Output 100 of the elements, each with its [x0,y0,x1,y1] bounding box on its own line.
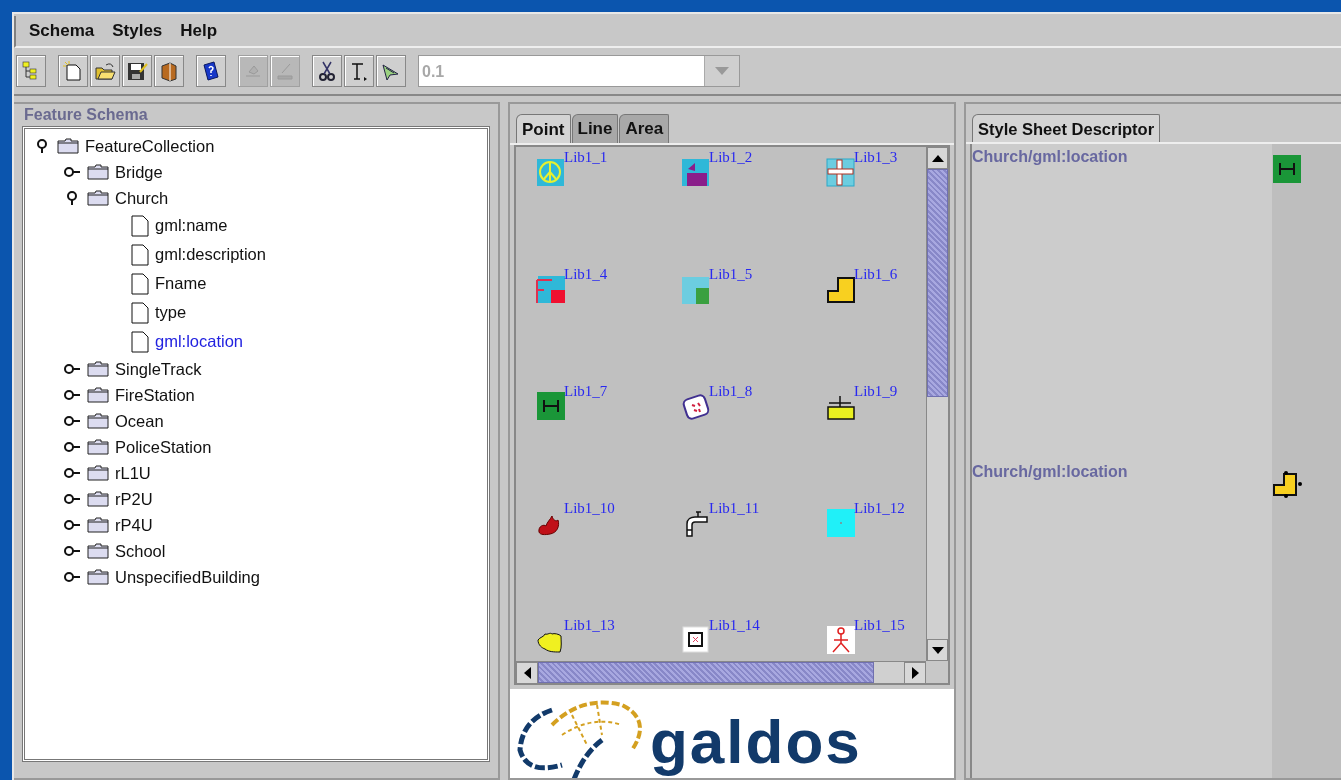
symbol-label: Lib1_2 [709,149,753,166]
symbol-label: Lib1_10 [564,500,615,517]
tree-item[interactable]: Fname [155,274,207,293]
file-icon [131,330,149,353]
menu-item[interactable]: Styles [105,21,170,41]
scroll-down-icon[interactable] [931,646,944,654]
folder-icon [87,517,109,533]
toolbar-button[interactable] [376,55,406,87]
folder-icon [87,465,109,481]
folder-icon [87,361,109,377]
tab[interactable]: Line [571,114,619,143]
dropdown-arrow-icon [715,67,729,75]
split-square-icon [681,274,711,304]
tree-item[interactable]: FeatureCollection [85,136,215,156]
menu-item[interactable]: Schema [22,21,102,41]
tree-item[interactable]: UnspecifiedBuilding [115,567,260,587]
folder-icon [57,138,79,154]
folder-icon [87,190,109,206]
tree-item[interactable]: gml:description [155,245,266,264]
folder-icon [87,164,109,180]
toolbar-button[interactable] [154,55,184,87]
tab[interactable]: Point [516,114,571,143]
tree-item[interactable]: SingleTrack [115,359,202,379]
symbol-label: Lib1_11 [709,500,760,517]
symbol-label: Lib1_15 [854,617,905,634]
logo-text: galdos [650,707,862,776]
scroll-left-icon[interactable] [523,667,531,679]
file-icon [131,214,149,237]
tree-item[interactable]: gml:location [155,332,244,351]
symbol-label: Lib1_13 [564,617,615,634]
cross-icon [826,157,856,187]
file-icon [131,272,149,295]
collapsed-handle-icon[interactable] [64,415,80,427]
tab[interactable]: Area [619,114,670,143]
step-shape-icon [1272,469,1302,499]
tab[interactable]: Style Sheet Descriptor [972,114,1161,142]
toolbar-button[interactable] [122,55,152,87]
tree-item[interactable]: School [115,541,166,561]
folder-icon [87,543,109,559]
symbol-label: Lib1_8 [709,383,753,400]
book-icon [158,60,180,82]
vertical-scrollbar[interactable] [926,147,948,661]
style-path: Church/gml:location [972,147,1129,166]
collapsed-handle-icon[interactable] [64,363,80,375]
collapsed-handle-icon[interactable] [64,389,80,401]
file-icon [131,301,149,324]
expanded-handle-icon[interactable] [35,139,49,153]
h-sign-icon [536,391,566,421]
scroll-up-icon[interactable] [931,154,944,162]
symbol-label: Lib1_3 [854,149,898,166]
collapsed-handle-icon[interactable] [64,493,80,505]
symbol-label: Lib1_1 [564,149,608,166]
symbol-label: Lib1_12 [854,500,905,517]
symbol-label: Lib1_9 [854,383,898,400]
collapsed-handle-icon[interactable] [64,519,80,531]
folder-icon [87,387,109,403]
tree-item[interactable]: type [155,303,187,322]
symbol-label: Lib1_14 [709,617,760,634]
help-book-icon [200,60,222,82]
file-icon [131,243,149,266]
collapsed-handle-icon[interactable] [64,571,80,583]
folder-icon [87,439,109,455]
tree-item[interactable]: FireStation [115,385,195,405]
tree-item[interactable]: rP2U [115,489,153,509]
corner-square-icon [536,274,566,304]
symbol-label: Lib1_7 [564,383,608,400]
tree-item[interactable]: rL1U [115,463,151,483]
symbol-label: Lib1_4 [564,266,608,283]
square-icon [826,508,856,538]
horizontal-scrollbar[interactable] [516,661,926,683]
tree-item[interactable]: Ocean [115,411,164,431]
scissors-icon [316,60,338,82]
style-path: Church/gml:location [972,462,1129,481]
toolbar-button[interactable] [196,55,226,87]
h-sign-icon [1272,154,1302,184]
expanded-handle-icon[interactable] [65,191,79,205]
open-folder-icon [94,60,116,82]
folder-icon [87,491,109,507]
toolbar-button[interactable] [344,55,374,87]
toolbar-button[interactable] [90,55,120,87]
collapsed-handle-icon[interactable] [64,545,80,557]
toolbar-button[interactable] [312,55,342,87]
menu-item[interactable]: Help [173,21,225,41]
x-box-icon [681,625,711,655]
tree-item[interactable]: gml:name [155,216,228,235]
tree-item[interactable]: rP4U [115,515,153,535]
scroll-right-icon[interactable] [911,667,919,679]
symbol-label: Lib1_6 [854,266,898,283]
symbol-label: Lib1_5 [709,266,753,283]
collapsed-handle-icon[interactable] [64,166,80,178]
tree-item[interactable]: Bridge [115,162,163,182]
tree-item[interactable]: Church [115,188,169,208]
step-shape-icon [826,274,856,304]
save-icon [126,60,148,82]
peace-sign-icon [536,157,566,187]
collapsed-handle-icon[interactable] [64,467,80,479]
tree-item[interactable]: PoliceStation [115,437,212,457]
collapsed-handle-icon[interactable] [64,441,80,453]
new-file-icon [62,60,84,82]
stick-figure-icon [826,625,856,655]
